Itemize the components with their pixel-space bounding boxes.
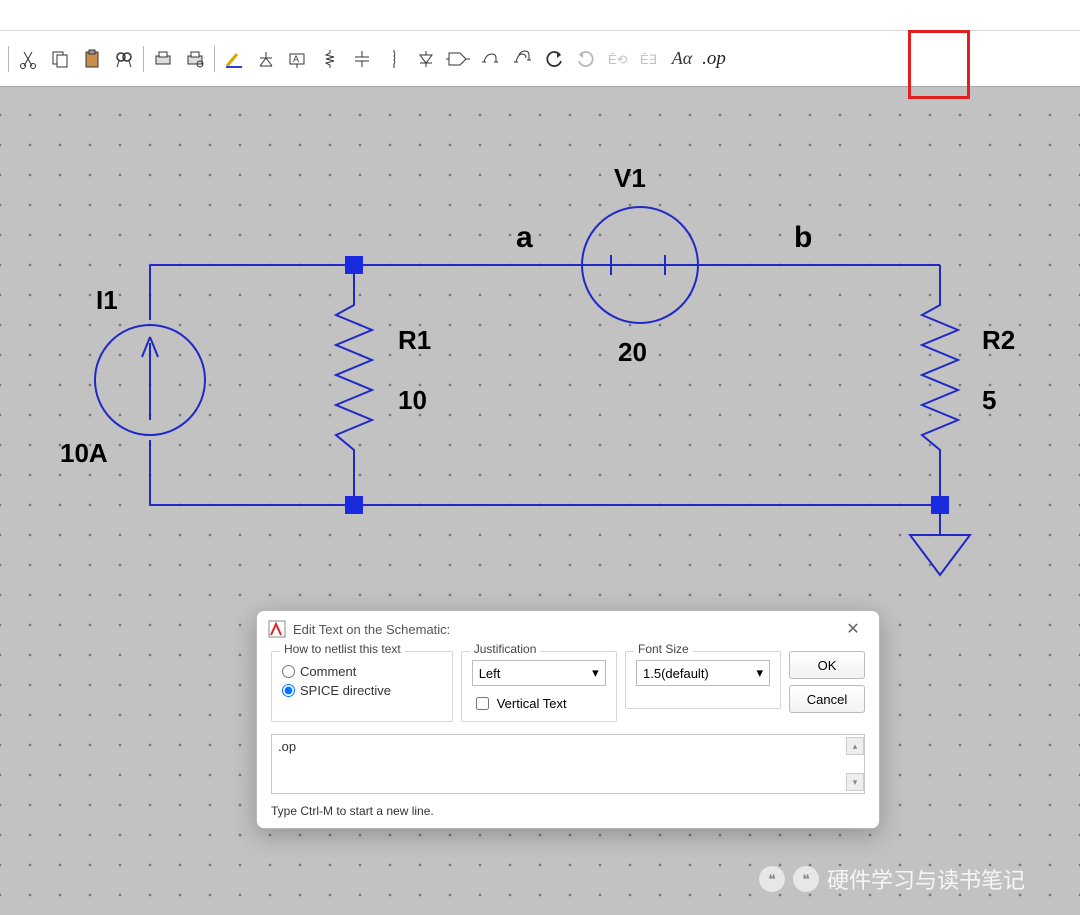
scroll-down-icon[interactable]: ▾	[846, 773, 864, 791]
paste-icon[interactable]	[77, 44, 107, 74]
main-toolbar: A Ē⟲ Ē∃ Aα .op	[0, 30, 1080, 87]
directive-textarea[interactable]: .op ▴▾	[271, 734, 865, 794]
justification-group: Justification Left▾ Vertical Text	[461, 651, 617, 722]
component-icon[interactable]	[443, 44, 473, 74]
ground-icon[interactable]	[251, 44, 281, 74]
print-icon[interactable]	[148, 44, 178, 74]
r1-name-label[interactable]: R1	[398, 325, 431, 356]
fontsize-group: Font Size 1.5(default)▾	[625, 651, 781, 709]
justification-combo[interactable]: Left▾	[472, 660, 606, 686]
v1-value-label[interactable]: 20	[618, 337, 647, 368]
netlist-group-label: How to netlist this text	[280, 642, 405, 656]
fontsize-group-label: Font Size	[634, 642, 693, 656]
wechat-icon: ❝	[759, 866, 785, 892]
undo-icon[interactable]	[539, 44, 569, 74]
copy-icon[interactable]	[45, 44, 75, 74]
i1-value-label[interactable]: 10A	[60, 438, 108, 469]
rotate-icon[interactable]: Ē⟲	[603, 44, 633, 74]
r2-name-label[interactable]: R2	[982, 325, 1015, 356]
toolbar-sep	[143, 46, 144, 72]
toolbar-sep	[8, 46, 9, 72]
scroll-up-icon[interactable]: ▴	[846, 737, 864, 755]
svg-text:Ē⟲: Ē⟲	[608, 52, 628, 67]
move-icon[interactable]	[475, 44, 505, 74]
redo-icon[interactable]	[571, 44, 601, 74]
label-net-icon[interactable]: A	[283, 44, 313, 74]
svg-text:Ē∃: Ē∃	[640, 52, 657, 67]
find-icon[interactable]	[109, 44, 139, 74]
fontsize-combo[interactable]: 1.5(default)▾	[636, 660, 770, 686]
vertical-text-checkbox[interactable]: Vertical Text	[472, 694, 606, 713]
r1-value-label[interactable]: 10	[398, 385, 427, 416]
net-b-label[interactable]: b	[794, 221, 812, 255]
ok-button[interactable]: OK	[789, 651, 865, 679]
spice-dir-icon[interactable]: .op	[699, 44, 729, 74]
print-setup-icon[interactable]	[180, 44, 210, 74]
mirror-icon[interactable]: Ē∃	[635, 44, 665, 74]
diode-icon[interactable]	[411, 44, 441, 74]
v1-name-label[interactable]: V1	[614, 163, 646, 194]
dialog-title: Edit Text on the Schematic:	[293, 622, 450, 637]
net-a-label[interactable]: a	[516, 221, 533, 255]
toolbar-sep	[214, 46, 215, 72]
dialog-hint: Type Ctrl-M to start a new line.	[257, 798, 879, 828]
justification-group-label: Justification	[470, 642, 541, 656]
radio-comment[interactable]: Comment	[282, 664, 442, 679]
radio-directive[interactable]: SPICE directive	[282, 683, 442, 698]
drag-icon[interactable]	[507, 44, 537, 74]
ltspice-app-icon	[267, 619, 287, 639]
draw-wire-icon[interactable]	[219, 44, 249, 74]
cut-icon[interactable]	[13, 44, 43, 74]
text-icon[interactable]: Aα	[667, 44, 697, 74]
textarea-scrollbar[interactable]: ▴▾	[846, 737, 862, 791]
chevron-down-icon: ▾	[756, 665, 763, 681]
capacitor-icon[interactable]	[347, 44, 377, 74]
watermark: ❝ ❝ 硬件学习与读书笔记	[759, 863, 1025, 895]
cancel-button[interactable]: Cancel	[789, 685, 865, 713]
chevron-down-icon: ▾	[592, 665, 599, 681]
resistor-icon[interactable]	[315, 44, 345, 74]
svg-text:A: A	[293, 54, 299, 64]
textarea-content: .op	[278, 739, 296, 754]
close-icon[interactable]: ✕	[837, 615, 869, 643]
i1-name-label[interactable]: I1	[96, 285, 118, 316]
wechat-icon: ❝	[793, 866, 819, 892]
edit-text-dialog: Edit Text on the Schematic: ✕ How to net…	[256, 610, 880, 829]
inductor-icon[interactable]	[379, 44, 409, 74]
r2-value-label[interactable]: 5	[982, 385, 996, 416]
netlist-group: How to netlist this text Comment SPICE d…	[271, 651, 453, 722]
